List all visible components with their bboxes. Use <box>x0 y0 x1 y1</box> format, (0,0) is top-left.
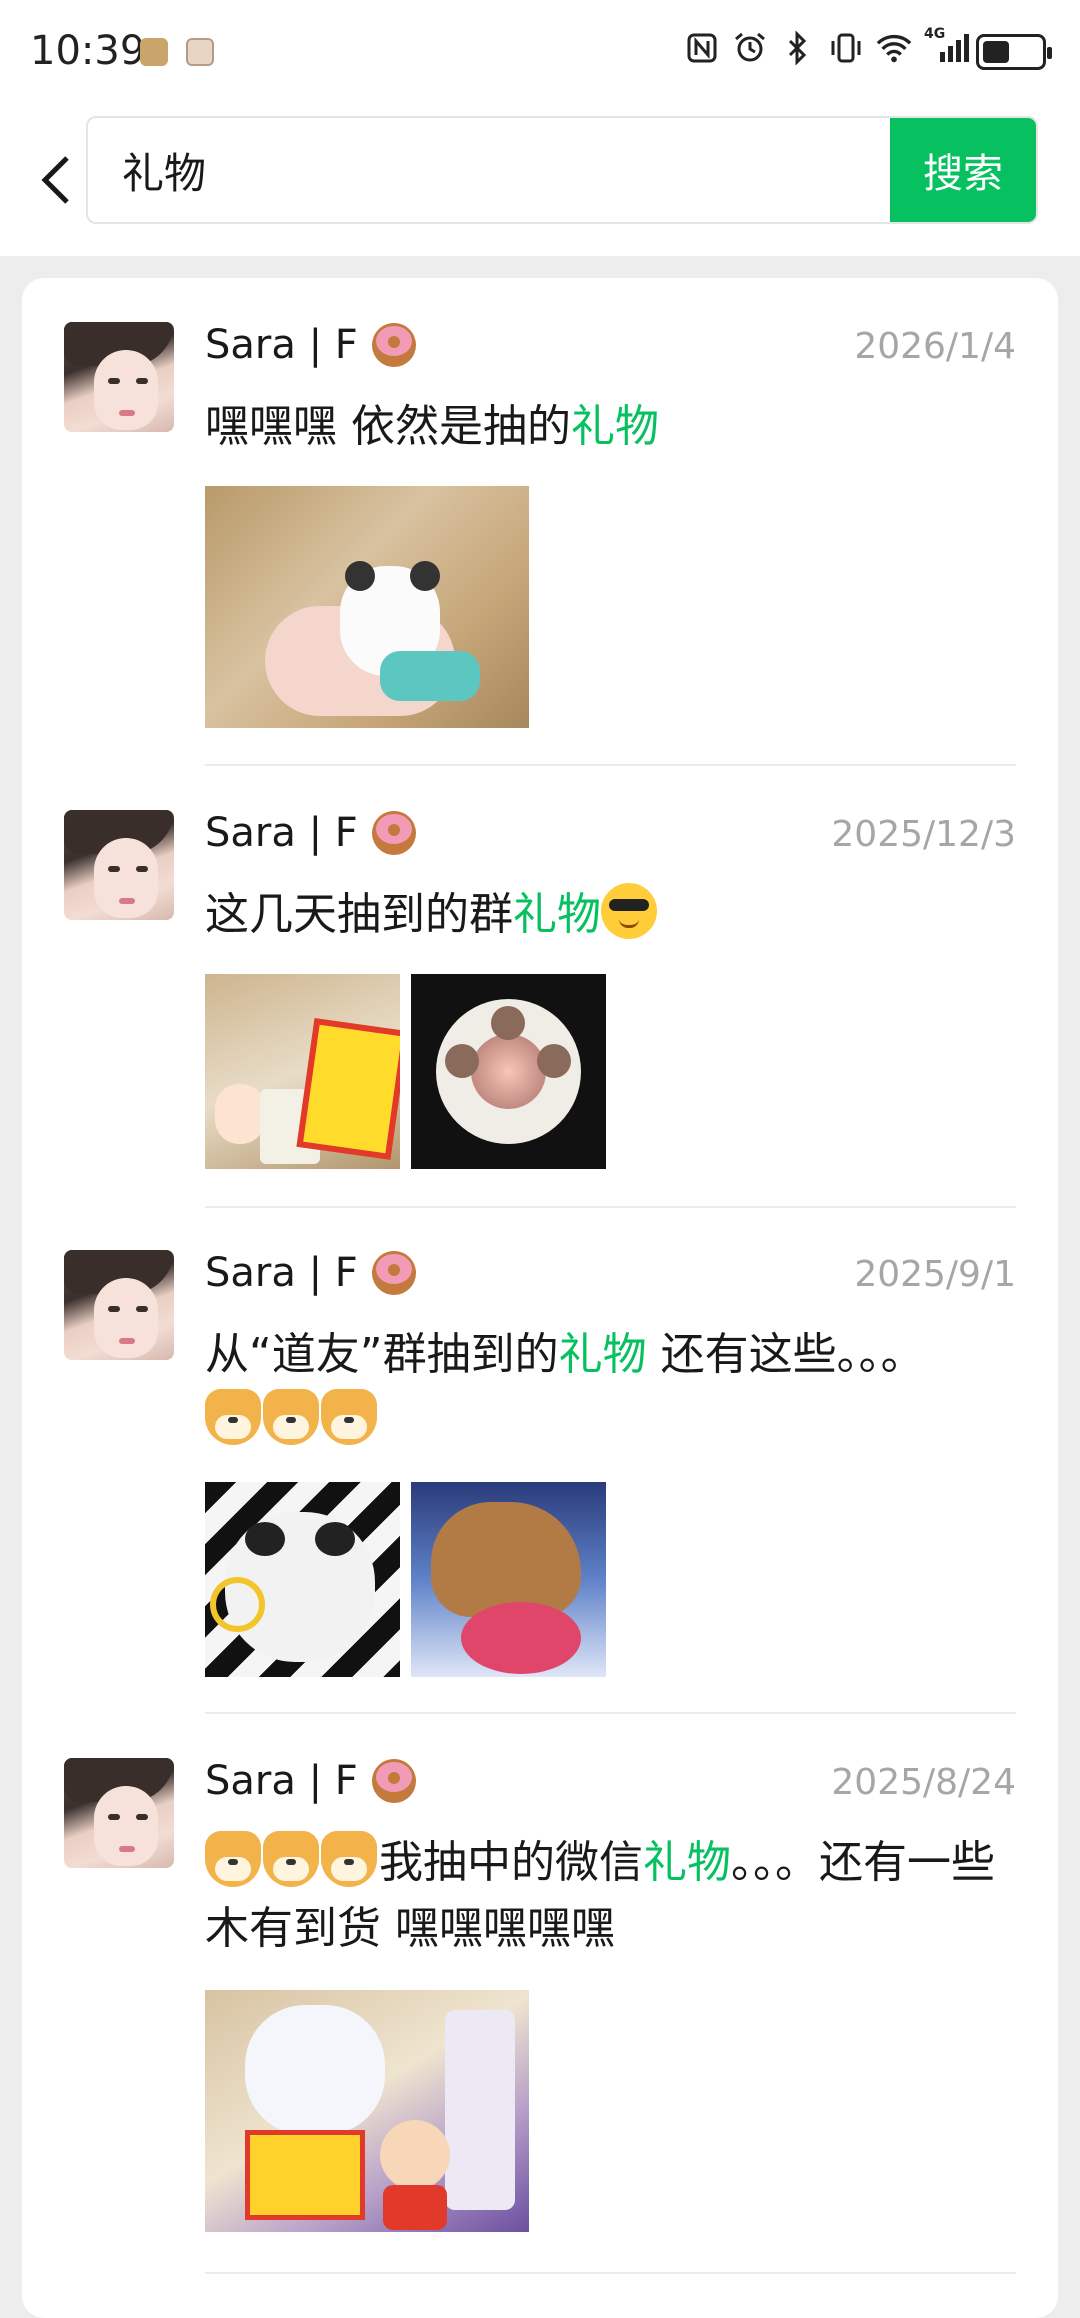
post-date: 2025/12/3 <box>831 814 1016 855</box>
post-date: 2025/8/24 <box>831 1762 1016 1803</box>
divider <box>205 764 1016 766</box>
author-row: Sara | F <box>205 322 416 368</box>
sunglasses-emoji-icon <box>601 883 657 939</box>
avatar[interactable] <box>64 1758 174 1868</box>
donut-icon <box>371 1251 416 1295</box>
author-name: Sara | F <box>205 810 358 856</box>
post-image[interactable] <box>205 486 529 728</box>
post-image[interactable] <box>411 1482 606 1677</box>
doge-emoji-icon <box>205 1389 261 1445</box>
keyword-highlight: 礼物 <box>571 401 659 452</box>
post-image[interactable] <box>411 974 606 1169</box>
post-date: 2025/9/1 <box>854 1254 1016 1295</box>
doge-emoji-icon <box>263 1831 319 1887</box>
vibrate-icon <box>828 30 864 66</box>
chevron-left-icon <box>41 156 69 204</box>
divider <box>205 2272 1016 2274</box>
post-image[interactable] <box>205 974 400 1169</box>
author-row: Sara | F <box>205 1758 416 1804</box>
post-text: 我抽中的微信礼物。。。还有一些木有到货 嘿嘿嘿嘿嘿 <box>205 1830 1025 1962</box>
post-text: 嘿嘿嘿 依然是抽的礼物 <box>205 401 659 452</box>
doge-emoji-icon <box>321 1389 377 1445</box>
post-text: 这几天抽到的群礼物 <box>205 882 1025 948</box>
search-box: 搜索 <box>86 116 1038 224</box>
network-type-label: 4G <box>924 26 946 42</box>
author-row: Sara | F <box>205 1250 416 1296</box>
bluetooth-icon <box>780 30 816 66</box>
doge-emoji-icon <box>205 1831 261 1887</box>
status-bar: 10:39 4G <box>0 0 1080 110</box>
avatar[interactable] <box>64 322 174 432</box>
status-icons: 4G <box>684 26 980 66</box>
cellular-signal-icon: 4G <box>924 26 980 66</box>
keyword-highlight: 礼物 <box>558 1329 647 1380</box>
post-text: 从“道友”群抽到的礼物 还有这些。。。 <box>205 1322 1025 1454</box>
keyword-highlight: 礼物 <box>513 889 601 940</box>
alarm-icon <box>732 30 768 66</box>
author-row: Sara | F <box>205 810 416 856</box>
doge-emoji-icon <box>263 1389 319 1445</box>
author-name: Sara | F <box>205 322 358 368</box>
app-notification-icon <box>140 38 168 66</box>
search-button[interactable]: 搜索 <box>890 118 1036 222</box>
author-name: Sara | F <box>205 1250 358 1296</box>
nfc-icon <box>684 30 720 66</box>
divider <box>205 1712 1016 1714</box>
post-image[interactable] <box>205 1990 529 2232</box>
keyword-highlight: 礼物 <box>643 1837 731 1888</box>
divider <box>205 1206 1016 1208</box>
results-card: Sara | F 2026/1/4 嘿嘿嘿 依然是抽的礼物 Sara | F 2… <box>22 278 1058 2318</box>
battery-icon <box>976 34 1052 70</box>
post-image[interactable] <box>205 1482 400 1677</box>
avatar[interactable] <box>64 810 174 920</box>
wifi-icon <box>876 30 912 66</box>
status-time: 10:39 <box>30 28 146 74</box>
search-input[interactable] <box>88 118 890 222</box>
author-name: Sara | F <box>205 1758 358 1804</box>
avatar[interactable] <box>64 1250 174 1360</box>
donut-icon <box>371 323 416 367</box>
search-header: 搜索 <box>0 110 1080 256</box>
app-notification-icon-2 <box>186 38 214 66</box>
back-button[interactable] <box>20 140 90 220</box>
donut-icon <box>371 811 416 855</box>
doge-emoji-icon <box>321 1831 377 1887</box>
donut-icon <box>371 1759 416 1803</box>
post-date: 2026/1/4 <box>854 326 1016 367</box>
